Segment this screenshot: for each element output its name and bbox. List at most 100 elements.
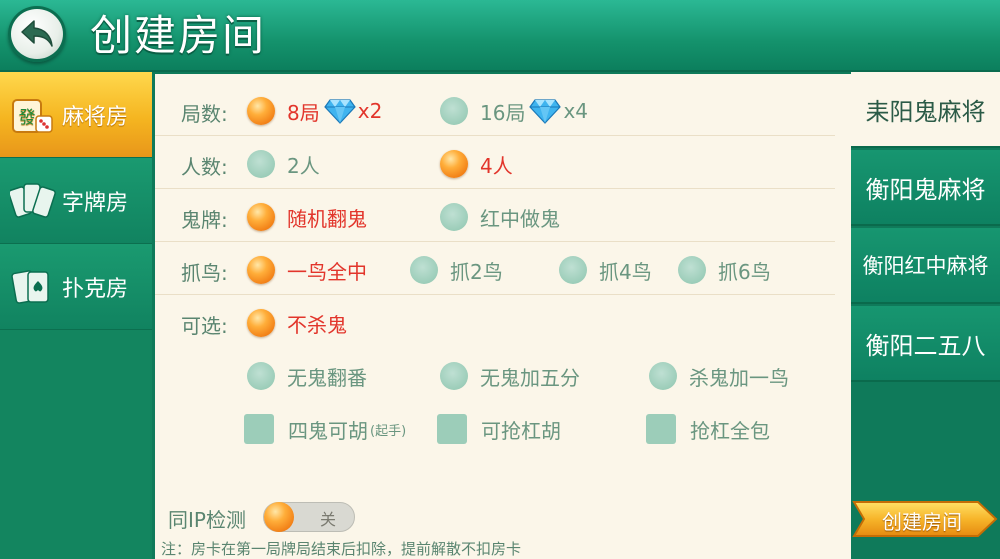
ip-check-label: 同IP检测 (168, 508, 246, 532)
sidebar-item-label: 字牌房 (62, 190, 129, 216)
sidebar-item-label: 扑克房 (62, 276, 129, 302)
sidebar-item-zipai[interactable]: 字牌房 (0, 158, 152, 244)
option-text: 8局 (287, 100, 320, 125)
create-room-label: 创建房间 (882, 510, 962, 534)
mode-label: 衡阳红中麻将 (862, 254, 989, 278)
poker-cards-icon (11, 269, 49, 304)
radio-unselected[interactable] (678, 256, 706, 284)
room-type-sidebar: 發 麻将房 字牌房 扑克房 (0, 72, 152, 559)
ip-check-toggle[interactable]: 关 (263, 502, 355, 532)
option-subtext: (起手) (370, 423, 407, 439)
radio-selected[interactable] (440, 150, 468, 178)
page-title: 创建房间 (90, 11, 267, 60)
optional-row-2: 无鬼翻番 无鬼加五分 杀鬼加一鸟 (155, 351, 835, 401)
toggle-knob[interactable] (264, 502, 294, 532)
option-text: 4人 (480, 153, 513, 178)
mode-label: 耒阳鬼麻将 (865, 97, 986, 126)
mode-item-leiyang[interactable]: 耒阳鬼麻将 (851, 72, 1000, 148)
rounds-row: 局数: 8局 x2 16局 x4 (155, 86, 835, 136)
players-row: 人数: 2人 4人 (155, 139, 835, 189)
players-option-2[interactable]: 2人 (247, 147, 320, 181)
players-option-4[interactable]: 4人 (440, 147, 513, 181)
radio-unselected[interactable] (247, 362, 275, 390)
bird-option-2[interactable]: 抓2鸟 (410, 253, 503, 287)
option-text: 随机翻鬼 (287, 206, 367, 231)
ghost-option-random[interactable]: 随机翻鬼 (247, 200, 367, 234)
optional-row: 可选: 不杀鬼 (155, 298, 835, 348)
zipai-cards-icon (10, 182, 56, 218)
sidebar-item-label: 麻将房 (62, 104, 129, 130)
option-text: 2人 (287, 153, 320, 178)
option-text: 红中做鬼 (480, 206, 560, 231)
option-text: 无鬼加五分 (480, 365, 580, 390)
checkbox[interactable] (244, 414, 274, 444)
option-text: 四鬼可胡 (288, 418, 368, 443)
options-panel: 局数: 8局 x2 16局 x4 人数: 2人 4人 鬼牌: 随机翻鬼 红中做鬼… (155, 74, 851, 559)
radio-unselected[interactable] (559, 256, 587, 284)
header-bar: 创建房间 (0, 0, 1000, 72)
radio-unselected[interactable] (440, 97, 468, 125)
mode-item-hengyang-258[interactable]: 衡阳二五八 (851, 306, 1000, 382)
rounds-label: 局数: (181, 102, 228, 126)
players-label: 人数: (181, 155, 228, 179)
check-rob-kong[interactable]: 可抢杠胡 (437, 412, 561, 446)
option-text: 无鬼翻番 (287, 365, 367, 390)
bird-label: 抓鸟: (181, 261, 228, 285)
radio-unselected[interactable] (649, 362, 677, 390)
radio-selected[interactable] (247, 97, 275, 125)
radio-selected[interactable] (247, 203, 275, 231)
game-mode-list: 耒阳鬼麻将 衡阳鬼麻将 衡阳红中麻将 衡阳二五八 (851, 72, 1000, 559)
option-text: 可抢杠胡 (481, 418, 561, 443)
ghost-label: 鬼牌: (181, 208, 228, 232)
checkbox[interactable] (646, 414, 676, 444)
option-text: 抓2鸟 (450, 259, 503, 284)
svg-text:發: 發 (19, 108, 36, 128)
diamond-icon (323, 99, 356, 124)
option-text: 不杀鬼 (287, 312, 347, 337)
option-cost: x2 (357, 99, 383, 123)
ghost-row: 鬼牌: 随机翻鬼 红中做鬼 (155, 192, 835, 242)
checkbox[interactable] (437, 414, 467, 444)
optional-row-3: 四鬼可胡 (起手) 可抢杠胡 抢杠全包 (155, 404, 835, 454)
bird-option-one[interactable]: 一鸟全中 (247, 253, 367, 287)
optional-option-no-kill[interactable]: 不杀鬼 (247, 306, 347, 340)
diamond-icon (529, 99, 562, 124)
rounds-option-8[interactable]: 8局 x2 (247, 94, 382, 128)
option-text: 杀鬼加一鸟 (689, 365, 789, 390)
radio-unselected[interactable] (440, 362, 468, 390)
option-text: 16局 (480, 100, 526, 125)
option-text: 抢杠全包 (690, 418, 770, 443)
ghost-option-hongzhong[interactable]: 红中做鬼 (440, 200, 560, 234)
option-text: 抓6鸟 (718, 259, 771, 284)
bird-option-6[interactable]: 抓6鸟 (678, 253, 771, 287)
radio-selected[interactable] (247, 256, 275, 284)
sidebar-item-mahjong[interactable]: 發 麻将房 (0, 72, 152, 158)
create-room-button[interactable]: 创建房间 (852, 498, 998, 540)
bird-option-4[interactable]: 抓4鸟 (559, 253, 652, 287)
mode-label: 衡阳鬼麻将 (865, 175, 986, 204)
sidebar-item-poker[interactable]: 扑克房 (0, 244, 152, 330)
option-cost: x4 (563, 99, 589, 123)
radio-unselected[interactable] (247, 150, 275, 178)
back-arrow-icon (21, 20, 53, 47)
optional-option-kill-ghost-bird[interactable]: 杀鬼加一鸟 (649, 359, 789, 393)
rounds-option-16[interactable]: 16局 x4 (440, 94, 588, 128)
option-text: 抓4鸟 (599, 259, 652, 284)
back-button[interactable] (8, 6, 66, 62)
radio-unselected[interactable] (440, 203, 468, 231)
check-rob-kong-all[interactable]: 抢杠全包 (646, 412, 770, 446)
optional-label: 可选: (181, 314, 228, 338)
mode-item-hengyang-gui[interactable]: 衡阳鬼麻将 (851, 150, 1000, 226)
check-four-ghost[interactable]: 四鬼可胡 (起手) (244, 412, 406, 446)
mode-label: 衡阳二五八 (865, 331, 986, 360)
radio-selected[interactable] (247, 309, 275, 337)
mode-item-hengyang-hongzhong[interactable]: 衡阳红中麻将 (851, 228, 1000, 304)
optional-option-no-ghost-plus5[interactable]: 无鬼加五分 (440, 359, 580, 393)
room-card-note: 注：房卡在第一局牌局结束后扣除，提前解散不扣房卡 (161, 540, 522, 558)
mahjong-tile-icon: 發 (12, 98, 53, 133)
toggle-state-text: 关 (320, 510, 337, 529)
option-text: 一鸟全中 (287, 259, 367, 284)
optional-option-no-ghost-double[interactable]: 无鬼翻番 (247, 359, 367, 393)
radio-unselected[interactable] (410, 256, 438, 284)
bird-row: 抓鸟: 一鸟全中 抓2鸟 抓4鸟 抓6鸟 (155, 245, 835, 295)
